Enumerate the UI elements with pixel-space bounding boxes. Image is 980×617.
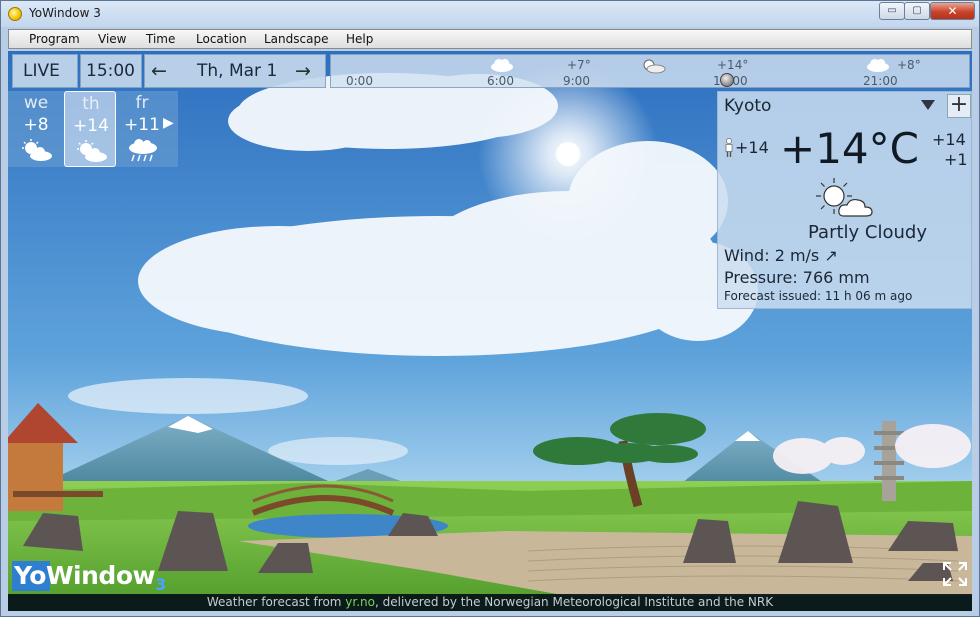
feels-like-temp: +14 (735, 138, 769, 157)
low-temp: +1 (944, 150, 968, 169)
city-name[interactable]: Kyoto (724, 96, 771, 116)
partly-cloudy-icon (643, 59, 666, 74)
current-temperature: +14°C (780, 124, 919, 173)
timeline-hour: 0:00 (346, 74, 373, 88)
partly-cloudy-icon (22, 139, 52, 161)
time-label: 15:00 (86, 61, 135, 81)
timeline-hour: 9:00 (563, 74, 590, 88)
menu-program[interactable]: Program (29, 32, 80, 46)
app-window: YoWindow 3 ▭ ▢ ✕ Program View Time Locat… (0, 0, 980, 617)
close-button[interactable]: ✕ (930, 2, 975, 20)
live-button[interactable]: LIVE (12, 54, 78, 88)
control-strip: LIVE 15:00 ← Th, Mar 1 → 0:00 6:00 9:00 … (8, 51, 972, 89)
time-display[interactable]: 15:00 (80, 54, 142, 88)
forecast-issued: Forecast issued: 11 h 06 m ago (724, 289, 913, 303)
menu-landscape[interactable]: Landscape (264, 32, 328, 46)
next-day-arrow[interactable]: → (295, 60, 311, 82)
rain-cloud-icon (129, 139, 157, 162)
timeline-temp: +8° (897, 58, 921, 72)
weather-view: LIVE 15:00 ← Th, Mar 1 → 0:00 6:00 9:00 … (8, 51, 972, 611)
day-name: fr (135, 93, 149, 113)
timeline-hour: 21:00 (863, 74, 898, 88)
day-forecast[interactable]: fr +11 (116, 91, 168, 167)
day-temp: +11 (124, 115, 160, 135)
date-navigator: ← Th, Mar 1 → (144, 54, 326, 88)
partly-cloudy-icon (816, 178, 873, 217)
yr-no-link[interactable]: yr.no (345, 595, 375, 609)
high-temp: +14 (932, 130, 966, 149)
condition-text: Partly Cloudy (808, 222, 927, 243)
add-location-button[interactable]: + (947, 94, 971, 118)
minimize-button[interactable]: ▭ (879, 2, 905, 20)
hour-timeline[interactable]: 0:00 6:00 9:00 12:00 21:00 +7° +14° +8° (330, 54, 970, 88)
menu-location[interactable]: Location (196, 32, 247, 46)
wind-info: Wind: 2 m/s ↗ (724, 246, 838, 265)
yowindow-logo[interactable]: YoWindow3 (14, 561, 166, 594)
cloud-icon (491, 59, 513, 72)
day-forecast[interactable]: we +8 (10, 91, 62, 167)
footer-suffix: , delivered by the Norwegian Meteorologi… (375, 595, 774, 609)
title-bar[interactable]: YoWindow 3 ▭ ▢ ✕ (1, 1, 979, 27)
pressure-info: Pressure: 766 mm (724, 268, 870, 287)
partly-cloudy-icon (77, 140, 107, 162)
day-name: th (82, 94, 100, 114)
more-days-arrow[interactable]: ▶ (163, 115, 174, 131)
window-title: YoWindow 3 (29, 6, 101, 20)
city-dropdown-arrow[interactable] (921, 100, 935, 110)
day-temp: +8 (23, 115, 49, 135)
day-forecast-selected[interactable]: th +14 (64, 91, 116, 167)
timeline-temp: +7° (567, 58, 591, 72)
menu-view[interactable]: View (98, 32, 126, 46)
day-name: we (23, 93, 49, 113)
day-forecast-strip: we +8 th +14 fr +11 ▶ (8, 91, 178, 167)
menu-time[interactable]: Time (146, 32, 175, 46)
timeline-knob[interactable] (720, 73, 734, 87)
live-label: LIVE (23, 61, 60, 81)
menu-bar: Program View Time Location Landscape Hel… (8, 29, 972, 49)
person-icon (725, 138, 733, 157)
attribution-footer: Weather forecast from yr.no, delivered b… (8, 594, 972, 611)
timeline-hour: 6:00 (487, 74, 514, 88)
logo-text: YoWindow (14, 561, 156, 590)
maximize-button[interactable]: ▢ (904, 2, 930, 20)
logo-version: 3 (155, 575, 166, 594)
menu-help[interactable]: Help (346, 32, 373, 46)
date-label: Th, Mar 1 (197, 61, 278, 81)
cloud-icon (867, 59, 889, 72)
prev-day-arrow[interactable]: ← (151, 60, 167, 82)
yowindow-app-icon (8, 7, 22, 21)
weather-panel: Kyoto + +14 +14°C +14 +1 Partly Cloudy W… (717, 91, 972, 309)
timeline-temp: +14° (717, 58, 749, 72)
fullscreen-icon[interactable] (942, 561, 968, 587)
day-temp: +14 (73, 116, 109, 136)
footer-prefix: Weather forecast from (206, 595, 346, 609)
